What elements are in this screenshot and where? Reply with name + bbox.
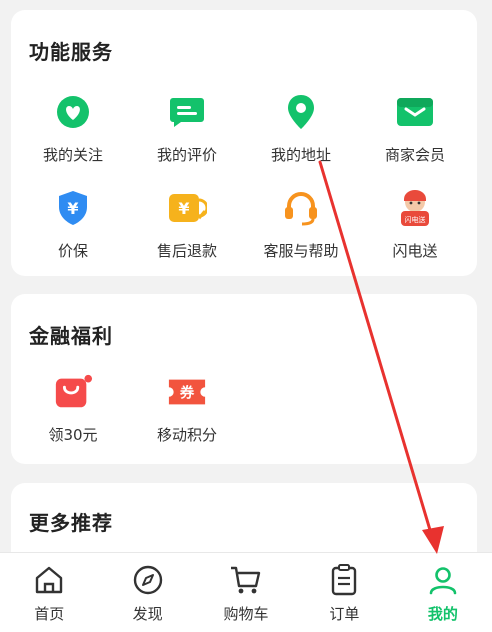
home-icon [32, 563, 66, 597]
functions-card: 功能服务 我的关注 我的评价 我的地址 商家会员 ¥ 价保 ¥ 售后退款 客服与… [11, 10, 477, 276]
finance-title: 金融福利 [29, 324, 113, 348]
get-30-yuan-label: 领30元 [48, 426, 98, 444]
merchant-membership-label: 商家会员 [384, 146, 445, 164]
after-sales-refund-label: 售后退款 [156, 242, 217, 260]
nav-discover-label: 发现 [132, 605, 163, 623]
nav-me[interactable]: 我的 [394, 553, 492, 632]
my-address-item[interactable]: 我的地址 [245, 92, 357, 165]
my-reviews-label: 我的评价 [156, 146, 217, 164]
nav-orders[interactable]: 订单 [295, 553, 393, 632]
my-reviews-item[interactable]: 我的评价 [131, 92, 243, 165]
headset-icon [281, 188, 321, 228]
courier-avatar-icon: 闪电送 [395, 188, 435, 228]
customer-service-item[interactable]: 客服与帮助 [245, 188, 357, 261]
flash-delivery-item[interactable]: 闪电送 闪电送 [359, 188, 471, 261]
my-follows-label: 我的关注 [42, 146, 103, 164]
nav-cart-label: 购物车 [223, 605, 269, 623]
finance-card: 金融福利 领30元 券 移动积分 [11, 294, 477, 464]
nav-home-label: 首页 [34, 605, 65, 623]
price-protection-item[interactable]: ¥ 价保 [17, 188, 129, 261]
comment-icon [167, 92, 207, 132]
cart-icon [229, 563, 263, 597]
functions-title: 功能服务 [29, 40, 113, 64]
refund-yen-icon: ¥ [167, 188, 207, 228]
more-recommendations-title: 更多推荐 [29, 511, 113, 535]
wallet-card-icon [395, 92, 435, 132]
flash-delivery-label: 闪电送 [392, 242, 438, 260]
mobile-points-item[interactable]: 券 移动积分 [131, 372, 243, 445]
flash-delivery-badge-text: 闪电送 [405, 215, 426, 224]
svg-text:¥: ¥ [67, 199, 78, 218]
compass-icon [131, 563, 165, 597]
nav-orders-label: 订单 [329, 605, 360, 623]
coupon-badge-text: 券 [180, 384, 195, 402]
coupon-icon: 券 [167, 372, 207, 412]
heart-icon [53, 92, 93, 132]
after-sales-refund-item[interactable]: ¥ 售后退款 [131, 188, 243, 261]
bottom-navigation: 首页 发现 购物车 订单 我的 [0, 552, 492, 632]
shopping-bag-icon [53, 372, 93, 412]
nav-discover[interactable]: 发现 [98, 553, 196, 632]
clipboard-icon [327, 563, 361, 597]
my-address-label: 我的地址 [270, 146, 331, 164]
my-follows-item[interactable]: 我的关注 [17, 92, 129, 165]
price-protection-label: 价保 [57, 242, 88, 260]
customer-service-label: 客服与帮助 [263, 242, 339, 260]
nav-cart[interactable]: 购物车 [197, 553, 295, 632]
location-pin-icon [281, 92, 321, 132]
merchant-membership-item[interactable]: 商家会员 [359, 92, 471, 165]
nav-home[interactable]: 首页 [0, 553, 98, 632]
svg-text:¥: ¥ [178, 199, 189, 218]
shield-yen-icon: ¥ [53, 188, 93, 228]
user-icon [426, 563, 460, 597]
get-30-yuan-item[interactable]: 领30元 [17, 372, 129, 445]
mobile-points-label: 移动积分 [156, 426, 217, 444]
nav-me-label: 我的 [427, 605, 458, 623]
